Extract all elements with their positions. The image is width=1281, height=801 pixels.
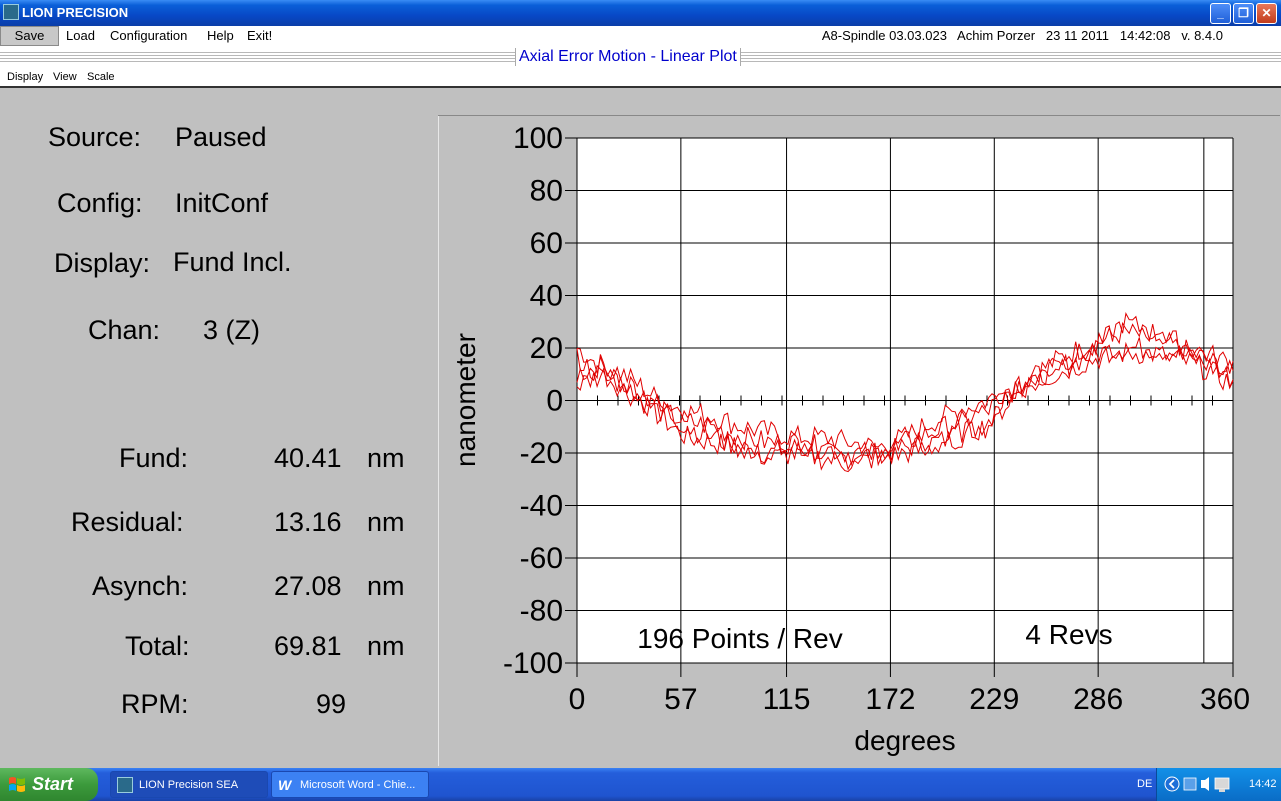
axial-error-chart: 100806040200-20-40-60-80-1000 57 115 172 229… <box>450 122 1250 756</box>
revs-annotation: 4 Revs <box>1025 619 1112 650</box>
menu-exit[interactable]: Exit! <box>247 28 272 43</box>
language-indicator[interactable]: DE <box>1137 778 1152 790</box>
taskbar-item-lion-precision[interactable]: LION Precision SEA <box>110 771 268 798</box>
start-label: Start <box>32 774 74 794</box>
x-tick-label: 0 <box>569 683 586 716</box>
system-tray: 14:42 <box>1156 768 1281 801</box>
start-button[interactable]: Start <box>0 768 98 801</box>
y-tick-label: -100 <box>503 647 563 680</box>
menu-view[interactable]: View <box>53 71 77 83</box>
word-icon: W <box>278 777 292 793</box>
tray-icons <box>1164 776 1230 792</box>
y-axis-label: nanometer <box>450 333 481 467</box>
network-icon <box>1183 777 1197 791</box>
y-tick-label: -20 <box>520 437 563 470</box>
x-tick-label: 286 <box>1073 683 1123 716</box>
menu-scale[interactable]: Scale <box>87 71 115 83</box>
y-tick-label: 0 <box>546 385 563 418</box>
y-tick-label: 100 <box>513 122 563 155</box>
y-tick-label: 40 <box>530 280 563 313</box>
x-tick-label: 172 <box>865 683 915 716</box>
taskbar-item-word[interactable]: W Microsoft Word - Chie... <box>271 771 429 798</box>
x-axis-label: degrees <box>854 725 955 756</box>
menu-save[interactable]: Save <box>0 26 59 46</box>
plot-menu-bar: Display View Scale <box>0 68 1281 88</box>
app-icon <box>3 4 19 20</box>
plot-title: Axial Error Motion - Linear Plot <box>515 48 741 66</box>
taskbar: Start LION Precision SEA W Microsoft Wor… <box>0 768 1281 801</box>
taskbar-item-label: Microsoft Word - Chie... <box>300 779 416 791</box>
x-tick-label: 57 <box>664 683 697 716</box>
window-title: LION PRECISION <box>22 5 129 20</box>
close-button[interactable]: ✕ <box>1256 3 1277 24</box>
y-tick-label: 60 <box>530 227 563 260</box>
x-tick-label: 115 <box>763 683 811 716</box>
title-bar: LION PRECISION _ ❐ ✕ <box>0 0 1281 26</box>
taskbar-item-label: LION Precision SEA <box>139 779 239 791</box>
menu-load[interactable]: Load <box>66 28 95 43</box>
points-per-rev-annotation: 196 Points / Rev <box>637 623 842 654</box>
main-panel: Source: Paused Config: InitConf Display:… <box>0 90 1281 768</box>
volume-icon <box>1201 777 1209 791</box>
menu-display[interactable]: Display <box>7 71 43 83</box>
y-tick-label: -60 <box>520 542 563 575</box>
clock: 14:42 <box>1249 778 1277 790</box>
windows-flag-icon <box>9 777 25 792</box>
menu-bar: Save Load Configuration Help Exit! A8-Sp… <box>0 26 1281 46</box>
maximize-button[interactable]: ❐ <box>1233 3 1254 24</box>
x-tick-label: 229 <box>969 683 1019 716</box>
y-tick-label: 80 <box>530 175 563 208</box>
minimize-button[interactable]: _ <box>1210 3 1231 24</box>
plot-title-row: Axial Error Motion - Linear Plot <box>0 46 1281 68</box>
menu-configuration[interactable]: Configuration <box>110 28 187 43</box>
y-tick-label: -80 <box>520 595 563 628</box>
lion-precision-icon <box>117 777 133 793</box>
menu-help[interactable]: Help <box>207 28 234 43</box>
show-hidden-icon <box>1164 776 1180 792</box>
session-info: A8-Spindle 03.03.023 Achim Porzer 23 11 … <box>821 28 1223 43</box>
x-tick-label: 360 <box>1200 683 1250 716</box>
y-tick-label: -40 <box>520 490 563 523</box>
monitor-icon <box>1214 777 1230 790</box>
y-tick-label: 20 <box>530 332 563 365</box>
